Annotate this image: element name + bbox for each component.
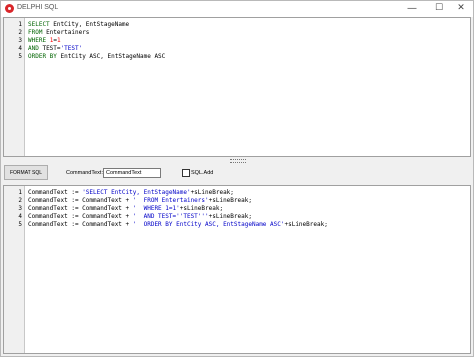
line-number: 1	[18, 21, 22, 28]
window-title: DELPHI SQL	[17, 4, 59, 11]
code-text: SELECT EntCity, EntStageName	[28, 21, 129, 29]
code-text: CommandText := CommandText + ' FROM Ente…	[28, 197, 252, 205]
code-text: CommandText := 'SELECT EntCity, EntStage…	[28, 189, 234, 197]
close-icon[interactable]: ✕	[449, 1, 473, 17]
line-number: 3	[18, 205, 22, 212]
minimize-icon[interactable]: —	[400, 1, 424, 17]
commandtext-label: CommandText:	[66, 170, 103, 176]
code-token: SELECT	[28, 21, 50, 28]
code-token: ' AND TEST=''TEST'''	[132, 213, 209, 220]
line-number: 4	[18, 45, 22, 52]
code-token: EntCity ASC, EntStageName ASC	[56, 53, 166, 60]
code-text: CommandText := CommandText + ' WHERE 1=1…	[28, 205, 223, 213]
code-token: +sLineBreak;	[208, 213, 252, 220]
code-token: ' ORDER BY EntCity ASC, EntStageName ASC…	[132, 221, 285, 228]
code-token: +sLineBreak;	[284, 221, 328, 228]
code-text: CommandText := CommandText + ' AND TEST=…	[28, 213, 252, 221]
line-number: 5	[18, 53, 22, 60]
code-token: 'SELECT EntCity, EntStageName'	[82, 189, 191, 196]
code-token: CommandText := CommandText +	[28, 205, 133, 212]
code-token: AND	[28, 45, 39, 52]
line-number: 5	[18, 221, 22, 228]
line-number: 4	[18, 213, 22, 220]
splitter-grip	[230, 159, 246, 163]
line-number: 2	[18, 29, 22, 36]
splitter-handle[interactable]	[1, 157, 473, 163]
line-number: 3	[18, 37, 22, 44]
code-token: 'TEST'	[60, 45, 83, 52]
code-text: WHERE 1=1	[28, 37, 61, 45]
code-token: TEST=	[38, 45, 61, 52]
commandtext-input[interactable]: CommandText	[103, 168, 161, 178]
code-text: ORDER BY EntCity ASC, EntStageName ASC	[28, 53, 165, 61]
code-token: CommandText := CommandText +	[28, 213, 133, 220]
code-text: AND TEST='TEST'	[28, 45, 82, 53]
code-token: ' FROM Entertainers'	[132, 197, 209, 204]
code-token: EntCity, EntStageName	[49, 21, 130, 28]
code-token: +sLineBreak;	[208, 197, 252, 204]
code-token: ORDER BY	[28, 53, 57, 60]
title-bar: DELPHI SQL — ☐ ✕	[1, 1, 473, 17]
code-text: FROM Entertainers	[28, 29, 89, 37]
code-token: CommandText := CommandText +	[28, 221, 133, 228]
code-token: CommandText := CommandText +	[28, 197, 133, 204]
code-token: WHERE	[28, 37, 47, 44]
delphi-code-editor[interactable]: 1 CommandText := 'SELECT EntCity, EntStag…	[3, 185, 471, 354]
code-token: FROM	[28, 29, 43, 36]
code-token: +sLineBreak;	[179, 205, 224, 212]
app-icon	[5, 4, 14, 13]
code-token: Entertainers	[42, 29, 90, 36]
code-token: CommandText :=	[28, 189, 83, 196]
maximize-icon[interactable]: ☐	[427, 1, 451, 17]
code-token: 1	[56, 37, 61, 44]
app-window: DELPHI SQL — ☐ ✕ 1 SELECT EntCity, EntSta…	[0, 0, 474, 357]
code-token: +sLineBreak;	[190, 189, 234, 196]
line-number: 1	[18, 189, 22, 196]
line-number: 2	[18, 197, 22, 204]
code-token: ' WHERE 1=1'	[132, 205, 180, 212]
sqladd-checkbox[interactable]	[182, 169, 190, 177]
code-text: CommandText := CommandText + ' ORDER BY …	[28, 221, 328, 229]
sql-editor[interactable]: 1 SELECT EntCity, EntStageName 2 FROM Enter…	[3, 17, 471, 157]
format-sql-button[interactable]: FORMAT SQL	[4, 165, 48, 180]
sqladd-label: SQL.Add	[191, 170, 214, 176]
